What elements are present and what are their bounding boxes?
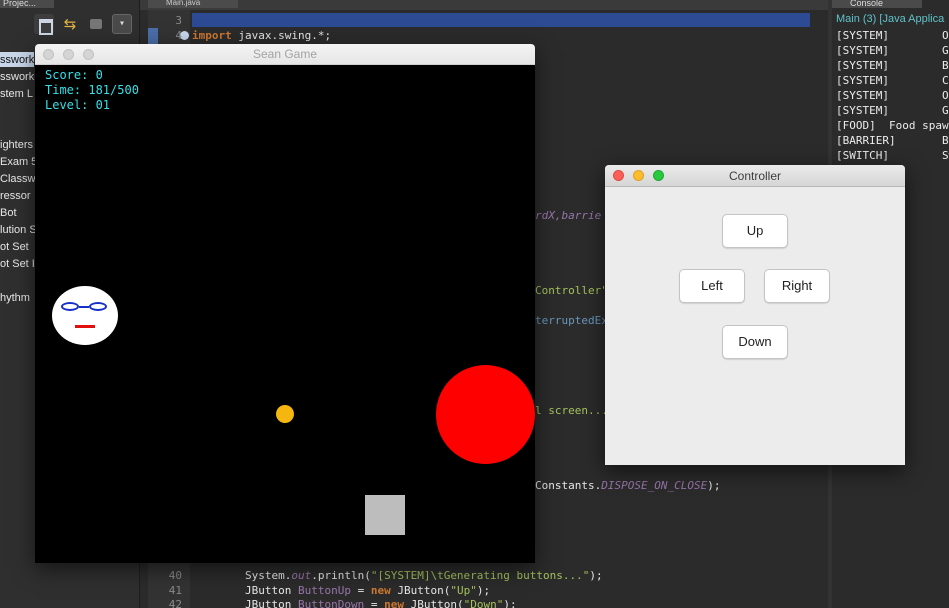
console-line: [SYSTEM] Ge <box>836 104 949 117</box>
tree-item[interactable]: Bot <box>0 207 17 219</box>
tree-item[interactable]: ighters <box>0 139 33 151</box>
code-text: ); <box>707 479 721 492</box>
time-label: Time: 181/500 <box>45 83 139 97</box>
console-line: [SWITCH] Sw <box>836 149 949 162</box>
glasses-right-lens <box>89 302 107 311</box>
up-button[interactable]: Up <box>722 214 788 248</box>
code-fragment: rdX,barrie <box>535 209 601 222</box>
enemy-ball-sprite <box>436 365 535 464</box>
ide-tab-bar <box>0 0 949 10</box>
code-fragment: terruptedEx <box>535 314 608 327</box>
player-face-sprite <box>52 286 118 345</box>
console-tab[interactable]: Console <box>832 0 922 8</box>
code-text: System. <box>245 569 292 582</box>
code-text: JButton <box>245 598 298 608</box>
tree-item[interactable]: Exam 5 <box>0 156 37 168</box>
level-label: Level: 01 <box>45 98 111 112</box>
game-window: Sean Game Score: 0 Time: 181/500 Level: … <box>35 44 535 563</box>
tree-item[interactable]: lution S <box>0 224 37 236</box>
code-text: ); <box>589 569 603 582</box>
line-number: 3 <box>175 14 182 27</box>
code-string: "Down" <box>463 598 504 608</box>
console-line: [SYSTEM] Ge <box>836 44 949 57</box>
tree-item[interactable]: hythm <box>0 292 30 304</box>
link-with-editor-icon[interactable]: ⇆ <box>60 14 80 34</box>
code-keyword: import <box>192 29 232 42</box>
barrier-block-sprite <box>365 495 405 535</box>
console-line: [BARRIER] Ba <box>836 134 949 147</box>
code-text: = <box>350 584 371 597</box>
code-text: JButton( <box>403 598 464 608</box>
score-label: Score: 0 <box>45 68 103 82</box>
controller-window-titlebar[interactable]: Controller <box>605 165 905 187</box>
code-fragment: Controller" <box>535 284 608 297</box>
code-field: barrie <box>561 209 602 222</box>
code-line-42: JButton ButtonDown = new JButton("Down")… <box>245 598 517 608</box>
controller-window: Controller Up Left Right Down <box>605 165 905 465</box>
code-field: ButtonDown <box>297 598 365 608</box>
glasses-left-lens <box>61 302 79 311</box>
right-button[interactable]: Right <box>764 269 830 303</box>
code-text: .println( <box>311 569 371 582</box>
code-keyword: new <box>384 598 404 608</box>
project-explorer-toolbar: ⇆ ▾ <box>34 12 138 36</box>
console-line: [FOOD] Food spaw <box>836 119 949 132</box>
code-text: ); <box>476 584 491 597</box>
project-explorer-tab[interactable]: Projec... <box>0 0 54 8</box>
view-menu-chevron-icon[interactable]: ▾ <box>112 14 132 34</box>
code-field: DISPOSE_ON_CLOSE <box>601 479 708 492</box>
console-line: [SYSTEM] Op <box>836 89 949 102</box>
code-text: JButton( <box>390 584 451 597</box>
code-string: "[SYSTEM]\tGenerating buttons..." <box>370 569 590 582</box>
line-number: 40 <box>168 569 182 582</box>
down-button[interactable]: Down <box>722 325 788 359</box>
glasses-bridge <box>79 306 89 308</box>
player-mouth <box>75 325 95 328</box>
game-window-titlebar[interactable]: Sean Game <box>35 44 535 65</box>
code-keyword: new <box>370 584 391 597</box>
code-text: javax.swing.*; <box>231 29 332 42</box>
view-options-icon[interactable] <box>86 14 106 34</box>
console-line: [SYSTEM] Co <box>836 74 949 87</box>
code-field: out <box>291 569 312 582</box>
tree-item[interactable]: ot Set I <box>0 258 35 270</box>
tree-item[interactable]: sswork <box>0 54 34 66</box>
tree-item[interactable]: ressor <box>0 190 31 202</box>
line-number: 42 <box>168 598 182 608</box>
tree-item[interactable]: sswork <box>0 71 34 83</box>
game-window-title: Sean Game <box>252 47 318 61</box>
code-fragment: l screen... <box>535 404 608 417</box>
current-line-highlight <box>192 13 810 27</box>
game-canvas[interactable]: Score: 0 Time: 181/500 Level: 01 <box>35 65 535 563</box>
code-text: = <box>364 598 385 608</box>
editor-tab-main-java[interactable]: Main.java <box>148 0 238 8</box>
console-process-title: Main (3) [Java Applica <box>836 13 945 25</box>
console-line: [SYSTEM] Op <box>836 29 949 42</box>
tree-item[interactable]: ot Set <box>0 241 29 253</box>
code-text: JButton <box>245 584 298 597</box>
code-line-import: import javax.swing.*; <box>192 29 331 42</box>
code-fragment: Constants.DISPOSE_ON_CLOSE); <box>535 479 720 492</box>
code-field: ButtonUp <box>297 584 351 597</box>
left-button[interactable]: Left <box>679 269 745 303</box>
code-text: ); <box>503 598 517 608</box>
code-string: "Up" <box>450 584 477 597</box>
code-field: rdX, <box>535 209 562 222</box>
line-number: 41 <box>168 584 182 597</box>
code-line-41: JButton ButtonUp = new JButton("Up"); <box>245 584 490 597</box>
line-number: 4 <box>175 29 182 42</box>
controller-window-title: Controller <box>728 169 782 183</box>
collapse-all-icon[interactable] <box>34 14 54 35</box>
food-item-sprite <box>276 405 294 423</box>
code-text: Constants. <box>535 479 602 492</box>
tree-item[interactable]: stem L <box>0 88 33 100</box>
code-line-40: System.out.println("[SYSTEM]\tGenerating… <box>245 569 603 582</box>
console-line: [SYSTEM] Bu <box>836 59 949 72</box>
